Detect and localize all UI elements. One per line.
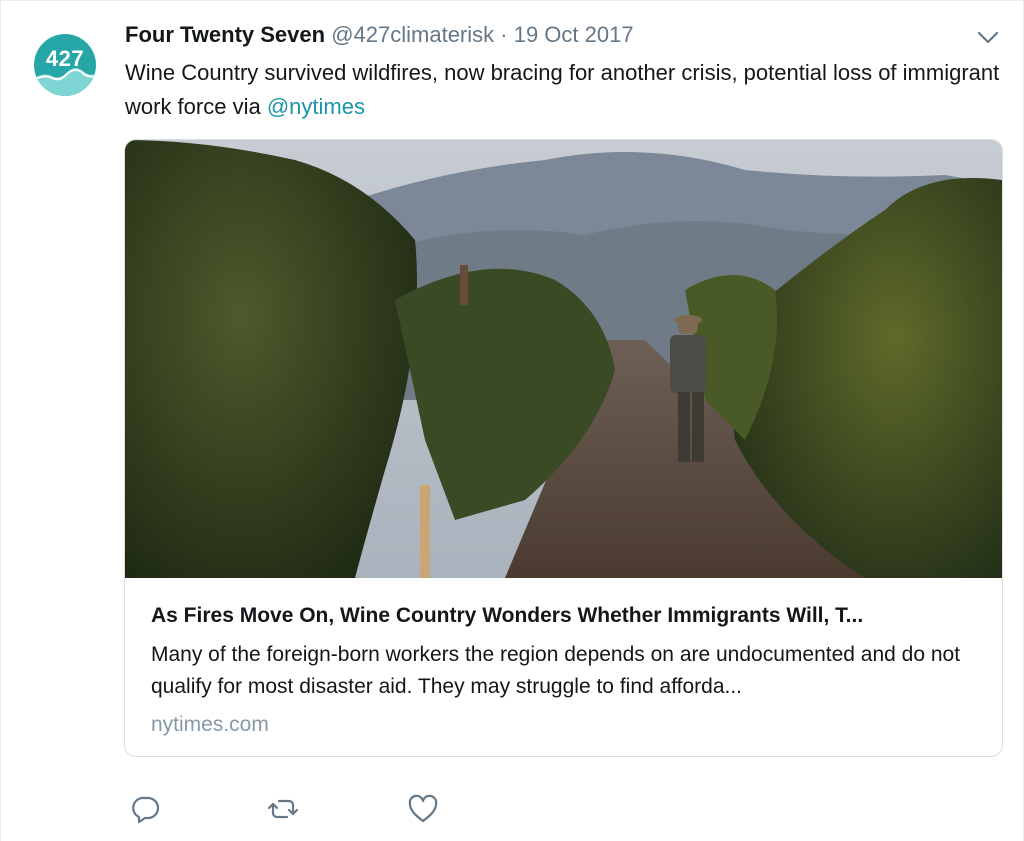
heart-icon[interactable]	[407, 793, 439, 825]
mention-link[interactable]: @nytimes	[267, 94, 365, 119]
tweet-date[interactable]: 19 Oct 2017	[514, 22, 634, 47]
chevron-down-icon[interactable]	[975, 27, 1001, 47]
author-name[interactable]: Four Twenty Seven	[125, 22, 325, 47]
mountain-logo-icon	[34, 68, 96, 96]
tweet: 427 Four Twenty Seven @427climaterisk · …	[0, 0, 1024, 841]
tweet-body: Wine Country survived wildfires, now bra…	[125, 60, 1000, 119]
reply-icon[interactable]	[129, 793, 161, 825]
card-domain: nytimes.com	[151, 713, 269, 736]
card-image[interactable]	[125, 140, 1002, 578]
card-description: Many of the foreign-born workers the reg…	[151, 643, 961, 698]
card-title[interactable]: As Fires Move On, Wine Country Wonders W…	[151, 602, 981, 630]
tweet-header: Four Twenty Seven @427climaterisk · 19 O…	[125, 21, 634, 49]
tweet-text: Wine Country survived wildfires, now bra…	[125, 56, 1005, 124]
avatar[interactable]: 427	[34, 34, 96, 96]
separator: ·	[500, 22, 508, 47]
link-card[interactable]: As Fires Move On, Wine Country Wonders W…	[124, 139, 1003, 757]
author-handle[interactable]: @427climaterisk	[331, 22, 494, 47]
retweet-icon[interactable]	[267, 793, 299, 825]
